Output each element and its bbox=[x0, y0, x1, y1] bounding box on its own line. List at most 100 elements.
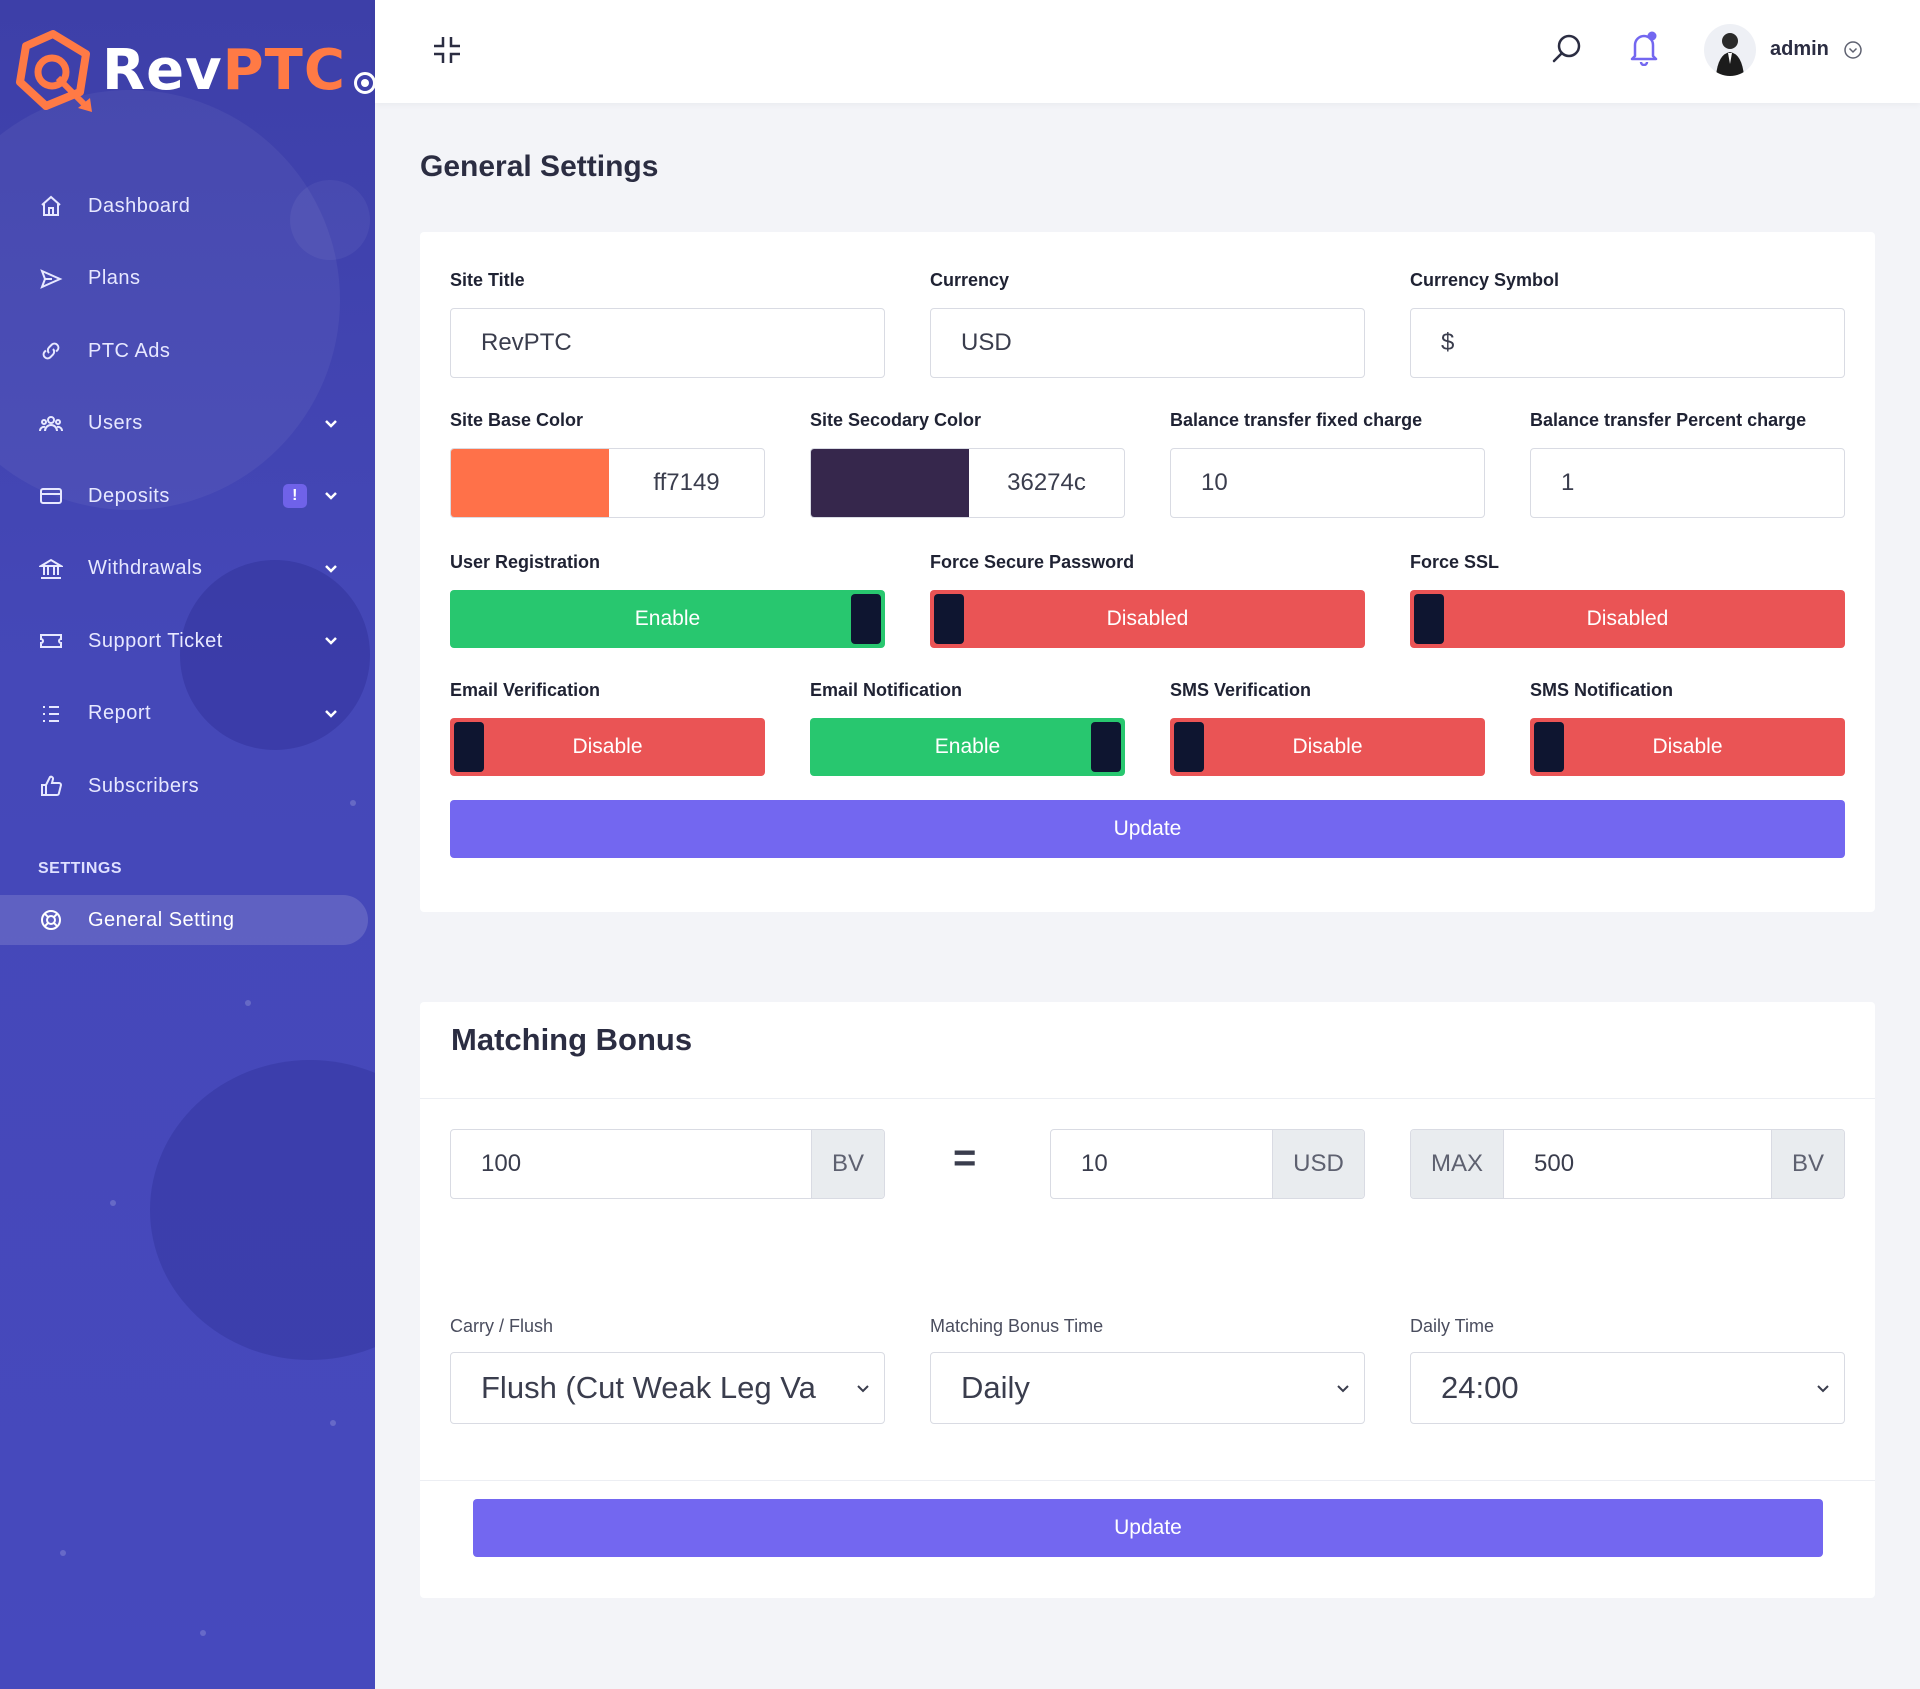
toggle-knob bbox=[934, 594, 964, 644]
target-logo-icon bbox=[16, 30, 92, 112]
equals-sign: = bbox=[953, 1136, 977, 1180]
chevron-down-icon bbox=[1814, 1379, 1832, 1397]
site-title-label: Site Title bbox=[450, 270, 525, 290]
sms-verification-label: SMS Verification bbox=[1170, 680, 1312, 700]
sidebar-item-ptc-ads[interactable]: PTC Ads bbox=[0, 315, 375, 388]
user-registration-toggle[interactable]: Enable bbox=[450, 590, 885, 648]
sidebar-item-deposits[interactable]: Deposits ! bbox=[0, 460, 375, 533]
chevron-down-icon bbox=[325, 637, 337, 645]
usd-input[interactable]: 10 bbox=[1051, 1130, 1272, 1198]
sidebar-item-report[interactable]: Report bbox=[0, 678, 375, 751]
max-label: MAX bbox=[1411, 1130, 1504, 1198]
base-color-hex[interactable]: ff7149 bbox=[609, 449, 764, 517]
sidebar-item-label: Support Ticket bbox=[88, 629, 223, 652]
chevron-down-icon bbox=[325, 709, 337, 718]
secondary-color-label: Site Secodary Color bbox=[810, 410, 982, 430]
sidebar-item-label: Report bbox=[88, 702, 152, 725]
sms-notification-toggle[interactable]: Disable bbox=[1530, 718, 1845, 776]
toggle-knob bbox=[851, 594, 881, 644]
sidebar-item-dashboard[interactable]: Dashboard bbox=[0, 170, 375, 243]
toggle-state: Disabled bbox=[1106, 607, 1189, 630]
sms-notification-label: SMS Notification bbox=[1530, 680, 1673, 700]
thumbs-up-icon bbox=[38, 773, 64, 799]
usd-unit: USD bbox=[1272, 1130, 1364, 1198]
select-value: 24:00 bbox=[1441, 1370, 1519, 1405]
bv-input[interactable]: 100 bbox=[451, 1130, 811, 1198]
select-value: Flush (Cut Weak Leg Va bbox=[481, 1370, 816, 1405]
bonus-time-select[interactable]: Daily bbox=[930, 1352, 1365, 1424]
sidebar-item-label: General Setting bbox=[88, 908, 235, 931]
max-input[interactable]: 500 bbox=[1504, 1130, 1771, 1198]
page-title: General Settings bbox=[420, 150, 659, 183]
sidebar-item-label: Withdrawals bbox=[88, 557, 203, 580]
currency-symbol-label: Currency Symbol bbox=[1410, 270, 1560, 290]
toggle-knob bbox=[1174, 722, 1204, 772]
fixed-charge-input[interactable]: 10 bbox=[1170, 448, 1485, 518]
toggle-state: Enable bbox=[634, 607, 701, 630]
toggle-knob bbox=[1414, 594, 1444, 644]
secondary-color-swatch[interactable] bbox=[811, 449, 969, 517]
force-secure-password-toggle[interactable]: Disabled bbox=[930, 590, 1365, 648]
bonus-time-label: Matching Bonus Time bbox=[930, 1316, 1104, 1336]
user-registration-label: User Registration bbox=[450, 552, 601, 572]
sms-verification-toggle[interactable]: Disable bbox=[1170, 718, 1485, 776]
chevron-down-circle-icon[interactable] bbox=[1843, 40, 1863, 60]
search-icon[interactable] bbox=[1550, 32, 1584, 66]
sidebar-item-label: Deposits bbox=[88, 484, 170, 507]
general-settings-card: Site Title RevPTC Currency USD Currency … bbox=[420, 232, 1875, 912]
matching-bonus-title: Matching Bonus bbox=[451, 1022, 693, 1057]
chevron-down-icon bbox=[854, 1379, 872, 1397]
toggle-knob bbox=[1534, 722, 1564, 772]
bv-input-group: 100 BV bbox=[450, 1129, 885, 1199]
sidebar-item-label: PTC Ads bbox=[88, 339, 171, 362]
general-update-button[interactable]: Update bbox=[450, 800, 1845, 858]
secondary-color-hex[interactable]: 36274c bbox=[969, 449, 1124, 517]
list-icon bbox=[38, 701, 64, 727]
matching-update-button[interactable]: Update bbox=[473, 1499, 1823, 1557]
max-unit: BV bbox=[1771, 1130, 1844, 1198]
sidebar-item-subscribers[interactable]: Subscribers bbox=[0, 750, 375, 823]
currency-symbol-input[interactable]: $ bbox=[1410, 308, 1845, 378]
daily-time-label: Daily Time bbox=[1410, 1316, 1495, 1336]
secondary-color-field[interactable]: 36274c bbox=[810, 448, 1125, 518]
sidebar-decoration bbox=[150, 1060, 375, 1360]
user-avatar-icon bbox=[1716, 33, 1744, 76]
sidebar-item-label: Users bbox=[88, 412, 143, 435]
base-color-field[interactable]: ff7149 bbox=[450, 448, 765, 518]
force-ssl-toggle[interactable]: Disabled bbox=[1410, 590, 1845, 648]
sidebar-item-plans[interactable]: Plans bbox=[0, 243, 375, 316]
sidebar-item-general-setting[interactable]: General Setting bbox=[0, 895, 368, 945]
percent-charge-input[interactable]: 1 bbox=[1530, 448, 1845, 518]
user-name[interactable]: admin bbox=[1770, 38, 1829, 61]
record-dot-icon bbox=[353, 72, 375, 94]
bell-icon[interactable] bbox=[1627, 30, 1661, 66]
carry-flush-select[interactable]: Flush (Cut Weak Leg Va bbox=[450, 1352, 885, 1424]
email-verification-toggle[interactable]: Disable bbox=[450, 718, 765, 776]
currency-input[interactable]: USD bbox=[930, 308, 1365, 378]
daily-time-select[interactable]: 24:00 bbox=[1410, 1352, 1845, 1424]
users-icon bbox=[38, 411, 64, 437]
chevron-down-icon bbox=[325, 419, 337, 428]
credit-card-icon bbox=[38, 483, 64, 509]
toggle-state: Disable bbox=[1292, 735, 1363, 758]
sidebar-item-label: Plans bbox=[88, 267, 141, 290]
email-verification-label: Email Verification bbox=[450, 680, 601, 700]
sidebar-item-support-ticket[interactable]: Support Ticket bbox=[0, 605, 375, 678]
avatar[interactable] bbox=[1704, 24, 1756, 76]
currency-label: Currency bbox=[930, 270, 1010, 290]
collapse-icon[interactable] bbox=[431, 34, 463, 66]
sidebar-section-settings: SETTINGS bbox=[38, 860, 123, 877]
card-divider bbox=[420, 1480, 1875, 1481]
percent-charge-label: Balance transfer Percent charge bbox=[1530, 410, 1807, 430]
email-notification-toggle[interactable]: Enable bbox=[810, 718, 1125, 776]
matching-bonus-card: Matching Bonus 100 BV = 10 USD MAX 500 B… bbox=[420, 1002, 1875, 1598]
brand-logo[interactable]: RevPTC bbox=[14, 28, 375, 112]
force-secure-password-label: Force Secure Password bbox=[930, 552, 1135, 572]
brand-name-part1: Rev bbox=[102, 37, 223, 103]
site-title-input[interactable]: RevPTC bbox=[450, 308, 885, 378]
base-color-swatch[interactable] bbox=[451, 449, 609, 517]
sidebar-item-withdrawals[interactable]: Withdrawals bbox=[0, 533, 375, 606]
sidebar-nav: Dashboard Plans PTC Ads Users Deposits !… bbox=[0, 170, 375, 823]
sidebar-item-users[interactable]: Users bbox=[0, 388, 375, 461]
lifebuoy-icon bbox=[38, 907, 64, 933]
